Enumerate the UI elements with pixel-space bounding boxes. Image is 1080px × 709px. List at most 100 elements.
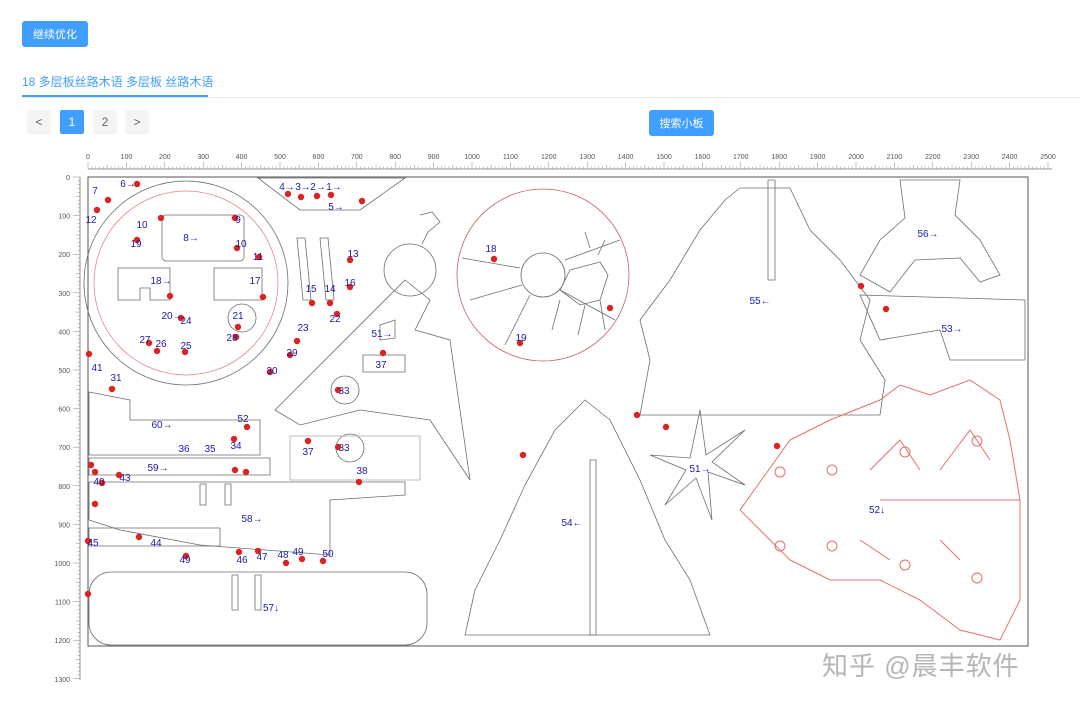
part-label[interactable]: 36: [178, 444, 190, 455]
ruler-y-tick: 500: [58, 368, 70, 375]
part-label[interactable]: 7: [92, 186, 98, 197]
ruler-y-tick: 1000: [54, 561, 70, 568]
part-label[interactable]: 41: [91, 363, 103, 374]
part-label[interactable]: 8→: [183, 233, 199, 244]
part-label[interactable]: 25: [180, 341, 192, 352]
ruler-x-tick: 1700: [733, 154, 749, 161]
part-label[interactable]: 53→: [941, 324, 962, 335]
ruler-y-tick: 800: [58, 484, 70, 491]
part-label[interactable]: 6→: [120, 179, 136, 190]
part-label[interactable]: 60→: [151, 420, 172, 431]
part-label[interactable]: 40: [93, 477, 105, 488]
part-label[interactable]: 30: [266, 366, 278, 377]
part-label[interactable]: 49: [179, 555, 191, 566]
ruler-y-tick: 1200: [54, 638, 70, 645]
part-label[interactable]: 12: [85, 215, 97, 226]
part-label[interactable]: 19: [515, 333, 527, 344]
origin-dot: [234, 323, 242, 331]
ruler-x-tick: 200: [159, 154, 171, 161]
part-label[interactable]: 47: [256, 552, 268, 563]
part-label[interactable]: 33: [338, 443, 350, 454]
part-label[interactable]: 43: [119, 473, 131, 484]
part-label[interactable]: 46: [236, 555, 248, 566]
part-label[interactable]: 49: [292, 547, 304, 558]
origin-dot: [304, 437, 312, 445]
board-outline: [87, 176, 1029, 647]
part-label[interactable]: 10: [235, 239, 247, 250]
part-label[interactable]: 37: [302, 447, 314, 458]
ruler-y-tick: 0: [66, 175, 70, 182]
part-label[interactable]: 56→: [917, 229, 938, 240]
part-label[interactable]: 23: [297, 323, 309, 334]
part-label[interactable]: 15: [305, 284, 317, 295]
part-label[interactable]: 18: [485, 244, 497, 255]
part-label[interactable]: 58→: [241, 514, 262, 525]
ruler-x-tick: 400: [236, 154, 248, 161]
origin-dot: [606, 304, 614, 312]
part-label[interactable]: 9: [235, 215, 241, 226]
part-label[interactable]: 54←: [561, 518, 582, 529]
part-label[interactable]: 52↓: [869, 505, 885, 516]
part-label[interactable]: 51→: [689, 464, 710, 475]
part-label[interactable]: 22: [329, 314, 341, 325]
part-label[interactable]: 4→: [279, 182, 295, 193]
ruler-x-tick: 2500: [1040, 154, 1056, 161]
origin-dot: [85, 350, 93, 358]
ruler-x-tick: 1400: [618, 154, 634, 161]
part-label[interactable]: 52: [237, 414, 249, 425]
part-label[interactable]: 55←: [749, 296, 770, 307]
origin-dot: [91, 500, 99, 508]
part-label[interactable]: 17: [249, 276, 261, 287]
part-label[interactable]: 28: [226, 333, 238, 344]
origin-dot: [84, 590, 92, 598]
ruler-x-tick: 800: [389, 154, 401, 161]
origin-dot: [633, 411, 641, 419]
ruler-x-tick: 1300: [579, 154, 595, 161]
part-label[interactable]: 11: [253, 252, 264, 263]
part-label[interactable]: 18→: [150, 276, 171, 287]
part-label[interactable]: 20→: [161, 311, 182, 322]
part-label[interactable]: 44: [150, 538, 162, 549]
part-label[interactable]: 33: [338, 386, 350, 397]
part-label[interactable]: 16: [344, 278, 356, 289]
origin-dot: [259, 293, 267, 301]
ruler-x-tick: 1500: [656, 154, 672, 161]
part-label[interactable]: 37: [375, 360, 387, 371]
part-label[interactable]: 26: [155, 339, 167, 350]
ruler-x-tick: 2300: [963, 154, 979, 161]
origin-dot: [773, 442, 781, 450]
part-label[interactable]: 45: [87, 538, 99, 549]
part-label[interactable]: 24: [180, 316, 192, 327]
part-label[interactable]: 35: [204, 444, 216, 455]
part-label[interactable]: 13: [347, 249, 359, 260]
part-label[interactable]: 31: [110, 373, 122, 384]
ruler-x-tick: 300: [197, 154, 209, 161]
part-label[interactable]: 27: [139, 335, 151, 346]
part-label[interactable]: 38: [356, 466, 368, 477]
part-label[interactable]: 2→: [310, 182, 326, 193]
origin-dot: [358, 197, 366, 205]
part-label[interactable]: 59→: [147, 463, 168, 474]
origin-dot: [379, 349, 387, 357]
ruler-y-tick: 300: [58, 291, 70, 298]
part-label[interactable]: 57↓: [263, 603, 279, 614]
part-label[interactable]: 19: [130, 239, 142, 250]
part-label[interactable]: 21: [232, 311, 244, 322]
part-label[interactable]: 5→: [328, 202, 344, 213]
part-label[interactable]: 34: [230, 441, 242, 452]
part-label[interactable]: 48: [277, 550, 289, 561]
ruler-x-tick: 2400: [1002, 154, 1018, 161]
part-label[interactable]: 3→: [295, 182, 311, 193]
part-label[interactable]: 14: [324, 284, 336, 295]
part-label[interactable]: 51→: [371, 329, 392, 340]
origin-dot: [231, 466, 239, 474]
ruler-x-tick: 1600: [695, 154, 711, 161]
part-label[interactable]: 1→: [326, 182, 342, 193]
origin-dot: [91, 468, 99, 476]
ruler-x-tick: 1000: [464, 154, 480, 161]
part-label[interactable]: 10: [136, 220, 148, 231]
ruler-y-tick: 1100: [55, 600, 70, 607]
part-label[interactable]: 29: [286, 348, 298, 359]
nesting-layout-canvas[interactable]: 0 100 200 300 400 500 600 700 800 900 1000 1100 1200…: [0, 0, 1080, 709]
part-label[interactable]: 50: [322, 549, 334, 560]
